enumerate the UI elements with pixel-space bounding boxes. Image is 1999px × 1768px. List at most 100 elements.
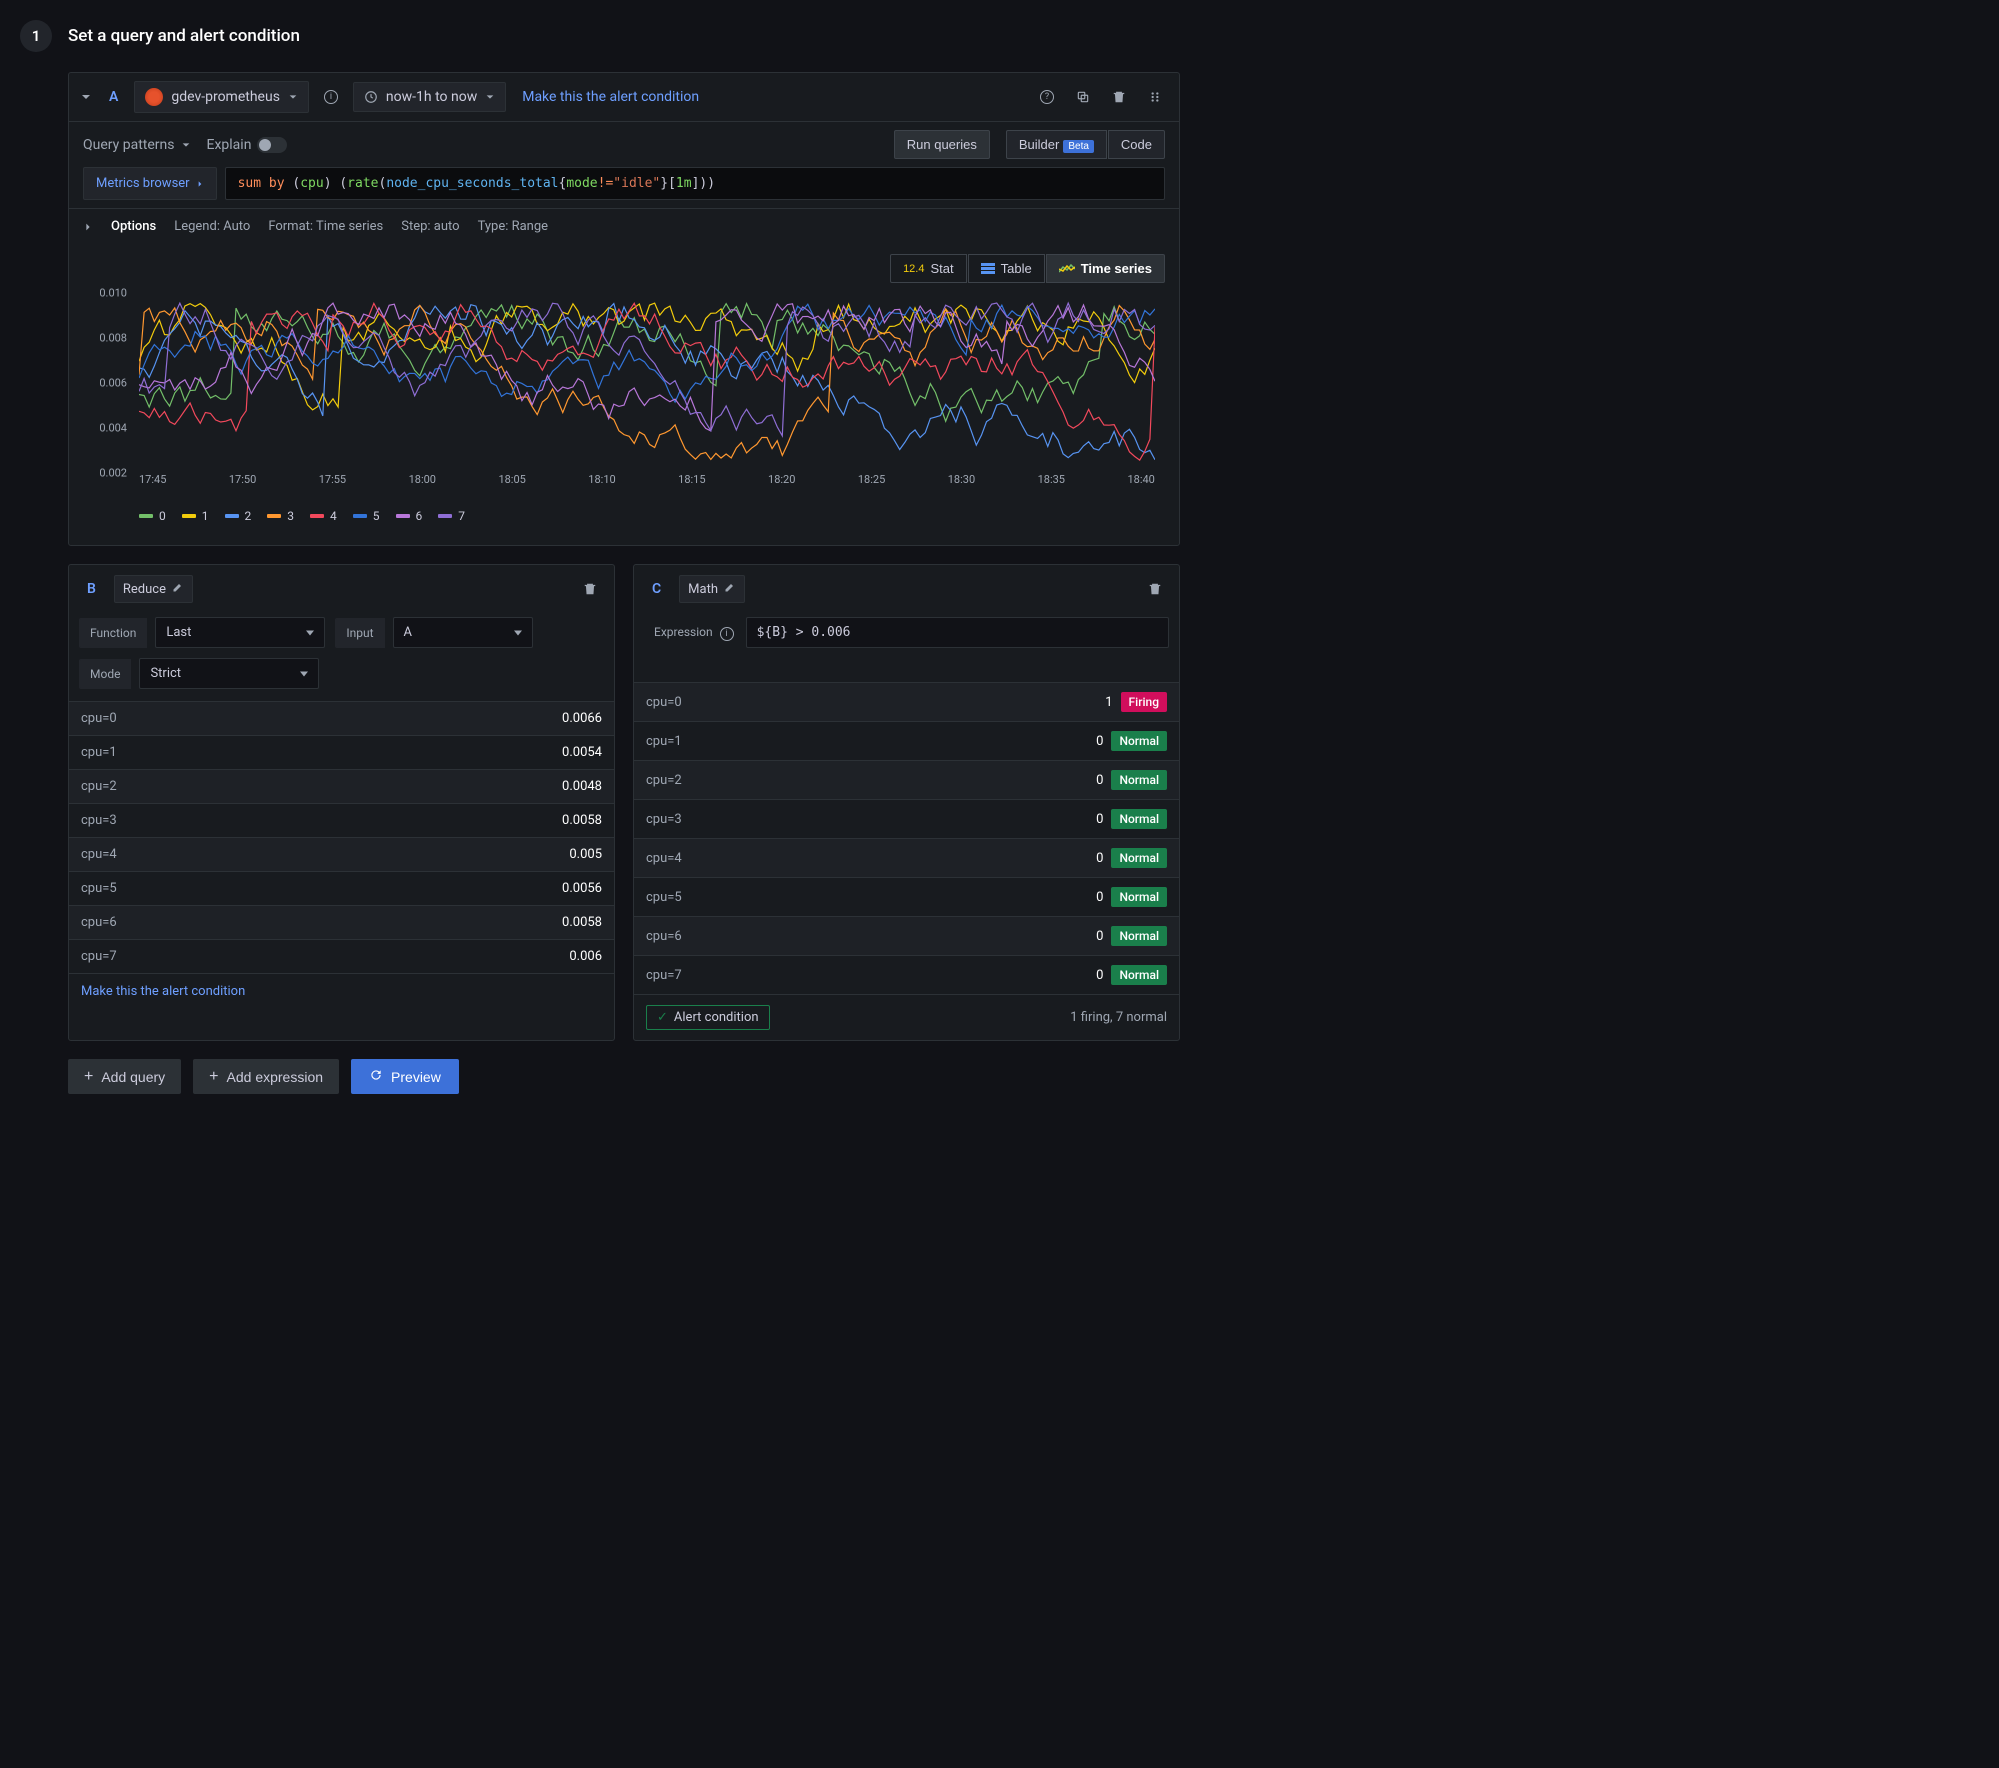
datasource-info-icon[interactable]: i (317, 83, 345, 111)
make-alert-condition-link[interactable]: Make this the alert condition (514, 89, 707, 105)
status-badge: Normal (1111, 731, 1167, 751)
mode-select[interactable]: Strict (139, 658, 319, 689)
code-mode-button[interactable]: Code (1108, 130, 1165, 159)
action-button-row: + Add query + Add expression Preview (68, 1059, 1180, 1094)
viz-type-switcher: 12.4 Stat Table Time series (83, 254, 1165, 283)
result-table-b: cpu=00.0066cpu=10.0054cpu=20.0048cpu=30.… (69, 701, 614, 973)
table-row: cpu=30.0058 (69, 803, 614, 837)
status-badge: Normal (1111, 848, 1167, 868)
step-number-badge: 1 (20, 20, 52, 52)
table-row: cpu=00.0066 (69, 701, 614, 735)
plus-icon: + (209, 1069, 218, 1085)
query-editor-row: Metrics browser sum by (cpu) (rate(node_… (69, 167, 1179, 208)
pencil-icon (724, 581, 736, 597)
legend-item[interactable]: 1 (182, 509, 209, 523)
query-panel-a: A gdev-prometheus i now-1h to now Make t… (68, 72, 1180, 546)
query-patterns-button[interactable]: Query patterns (83, 137, 191, 153)
expression-panel-b: B Reduce Function Last Input A (68, 564, 615, 1041)
delete-icon[interactable] (1105, 83, 1133, 111)
alert-summary: 1 firing, 7 normal (1070, 1010, 1167, 1025)
expression-header: C Math (634, 565, 1179, 613)
datasource-name: gdev-prometheus (171, 89, 280, 105)
expression-controls: Function Last Input A Mode Strict (69, 613, 614, 701)
step-option: Step: auto (401, 219, 459, 234)
step-title: Set a query and alert condition (68, 26, 300, 46)
pencil-icon (172, 581, 184, 597)
legend-option: Legend: Auto (174, 219, 250, 234)
expression-ref-id[interactable]: C (644, 581, 669, 597)
legend-item[interactable]: 4 (310, 509, 337, 523)
check-icon: ✓ (657, 1010, 668, 1025)
plus-icon: + (84, 1069, 93, 1085)
expression-ref-id[interactable]: B (79, 581, 104, 597)
legend-item[interactable]: 7 (438, 509, 465, 523)
info-icon[interactable]: i (720, 627, 734, 641)
x-axis: 17:4517:5017:5518:0018:0518:1018:1518:20… (139, 473, 1155, 491)
table-row: cpu=50Normal (634, 877, 1179, 916)
add-expression-button[interactable]: + Add expression (193, 1059, 339, 1094)
editor-mode-switcher: BuilderBeta Code (1006, 130, 1165, 159)
table-row: cpu=20.0048 (69, 769, 614, 803)
table-row: cpu=40.005 (69, 837, 614, 871)
status-badge: Normal (1111, 770, 1167, 790)
query-ref-id[interactable]: A (101, 89, 126, 105)
builder-mode-button[interactable]: BuilderBeta (1006, 130, 1107, 159)
plot-area[interactable] (139, 293, 1155, 473)
table-row: cpu=30Normal (634, 799, 1179, 838)
legend-item[interactable]: 3 (267, 509, 294, 523)
promql-input[interactable]: sum by (cpu) (rate(node_cpu_seconds_tota… (225, 167, 1165, 200)
legend-item[interactable]: 5 (353, 509, 380, 523)
function-select[interactable]: Last (155, 617, 325, 648)
table-row: cpu=70Normal (634, 955, 1179, 994)
make-alert-condition-link[interactable]: Make this the alert condition (81, 984, 253, 999)
help-icon[interactable]: ? (1033, 83, 1061, 111)
run-queries-button[interactable]: Run queries (894, 130, 990, 159)
table-row: cpu=01Firing (634, 682, 1179, 721)
viz-stat-button[interactable]: 12.4 Stat (890, 254, 967, 283)
legend-item[interactable]: 6 (396, 509, 423, 523)
prometheus-icon (145, 88, 163, 106)
preview-button[interactable]: Preview (351, 1059, 459, 1094)
time-range-label: now-1h to now (386, 89, 477, 105)
expression-panel-c: C Math Expression i ${B} > 0.006 (633, 564, 1180, 1041)
expression-input[interactable]: ${B} > 0.006 (746, 617, 1169, 648)
drag-handle-icon[interactable] (1141, 83, 1169, 111)
viz-timeseries-button[interactable]: Time series (1046, 254, 1165, 283)
add-query-button[interactable]: + Add query (68, 1059, 181, 1094)
status-badge: Normal (1111, 926, 1167, 946)
expression-type-button[interactable]: Math (679, 575, 745, 603)
datasource-picker[interactable]: gdev-prometheus (134, 81, 309, 113)
input-select[interactable]: A (393, 617, 533, 648)
expression-row: B Reduce Function Last Input A (68, 564, 1180, 1041)
chart-legend: 0 1 2 3 4 5 6 7 (83, 503, 1165, 529)
input-label: Input (335, 618, 384, 648)
expression-header: B Reduce (69, 565, 614, 613)
status-badge: Firing (1121, 692, 1167, 712)
delete-icon[interactable] (576, 575, 604, 603)
legend-item[interactable]: 0 (139, 509, 166, 523)
options-label: Options (111, 219, 156, 234)
time-range-picker[interactable]: now-1h to now (353, 82, 506, 112)
query-header: A gdev-prometheus i now-1h to now Make t… (69, 73, 1179, 121)
table-row: cpu=10.0054 (69, 735, 614, 769)
visualization-area: 12.4 Stat Table Time series 0.0100.0080.… (69, 244, 1179, 545)
expression-label: Expression i (644, 618, 738, 648)
table-row: cpu=20Normal (634, 760, 1179, 799)
query-options-row[interactable]: Options Legend: Auto Format: Time series… (69, 208, 1179, 244)
type-option: Type: Range (478, 219, 548, 234)
table-row: cpu=60.0058 (69, 905, 614, 939)
explain-toggle[interactable]: Explain (207, 137, 288, 153)
metrics-browser-button[interactable]: Metrics browser (83, 167, 217, 200)
table-row: cpu=40Normal (634, 838, 1179, 877)
legend-item[interactable]: 2 (225, 509, 252, 523)
collapse-toggle[interactable] (79, 90, 93, 104)
expression-type-button[interactable]: Reduce (114, 575, 193, 603)
chevron-right-icon (83, 222, 93, 232)
timeseries-icon (1059, 264, 1075, 274)
delete-icon[interactable] (1141, 575, 1169, 603)
copy-icon[interactable] (1069, 83, 1097, 111)
viz-table-button[interactable]: Table (968, 254, 1045, 283)
status-badge: Normal (1111, 887, 1167, 907)
table-row: cpu=70.006 (69, 939, 614, 973)
result-table-c: cpu=01Firingcpu=10Normalcpu=20Normalcpu=… (634, 682, 1179, 994)
